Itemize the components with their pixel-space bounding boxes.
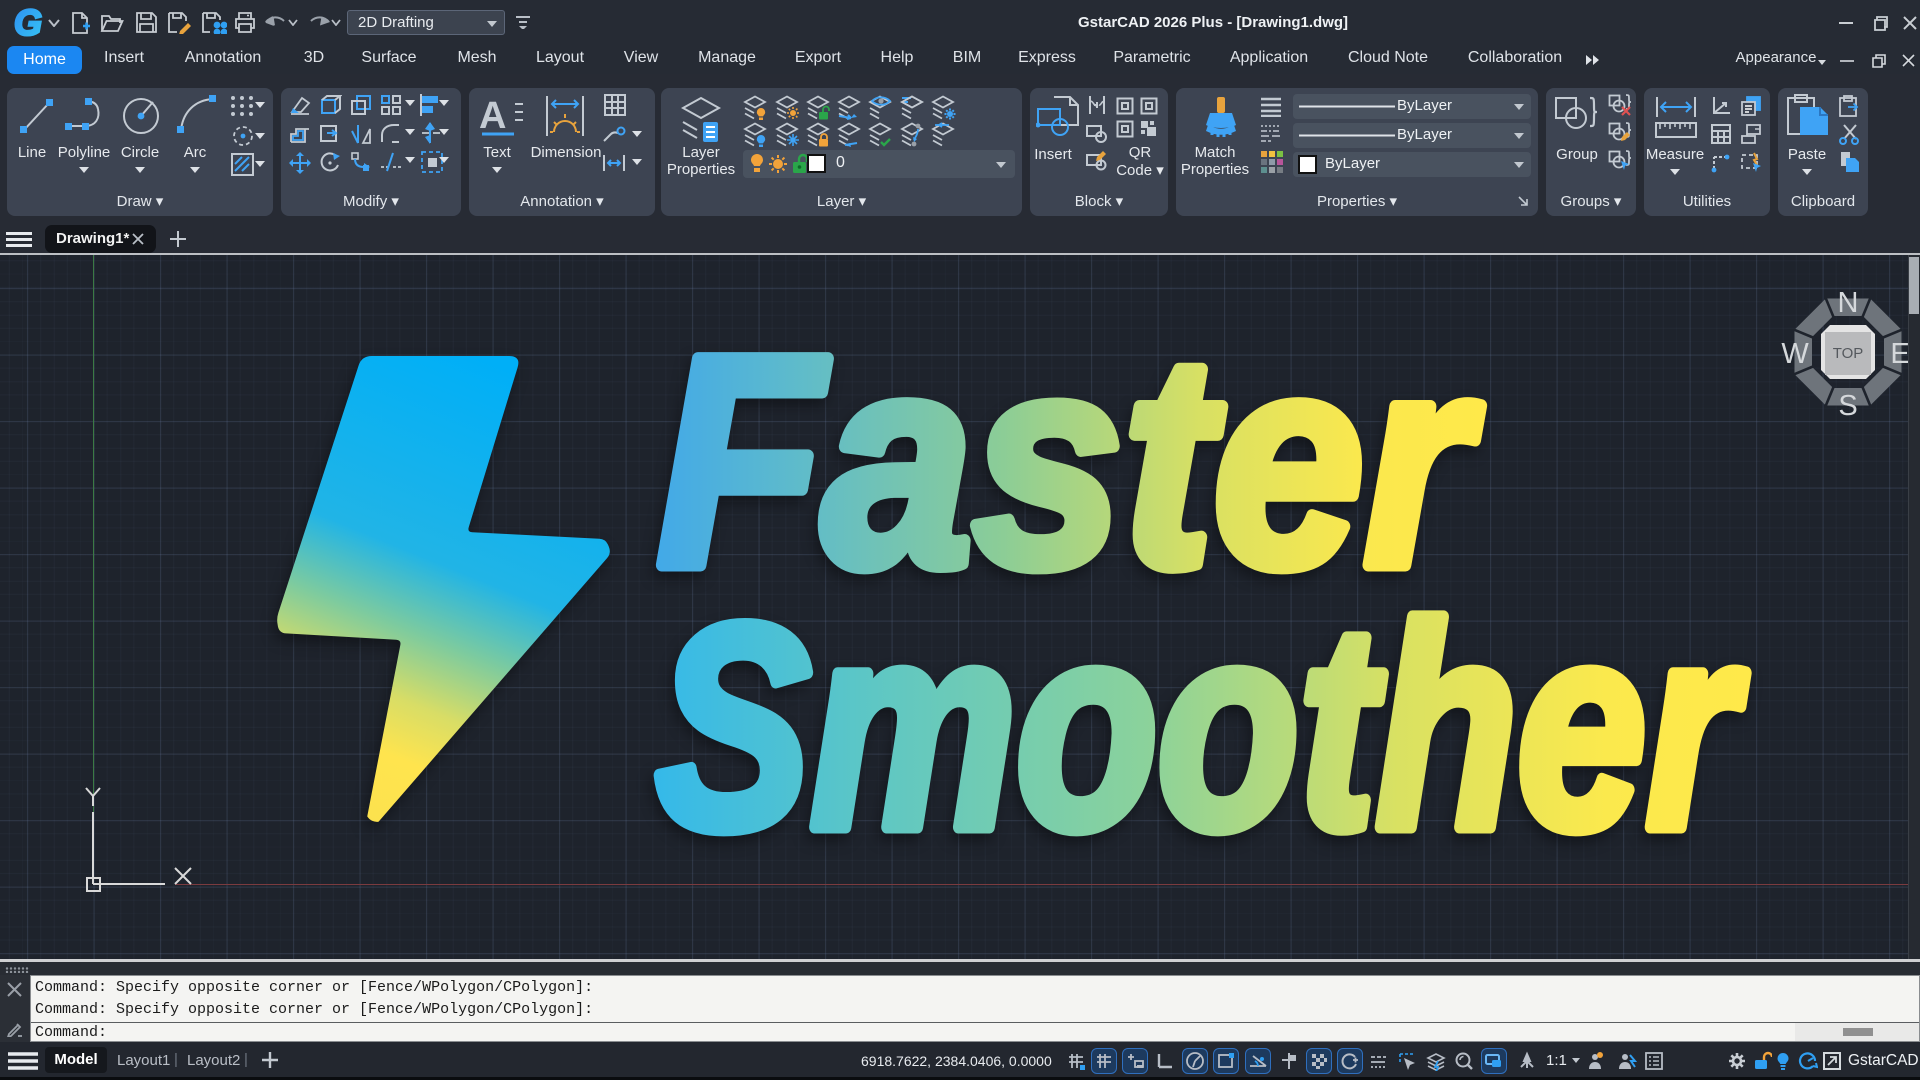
svg-text:A: A — [479, 95, 506, 137]
svg-text:G: G — [14, 6, 42, 40]
svg-text:W: W — [1781, 338, 1809, 370]
svg-text:E: E — [1890, 338, 1909, 370]
svg-text:TOP: TOP — [1833, 345, 1864, 362]
svg-text:S: S — [1838, 390, 1857, 422]
svg-text:N: N — [1838, 287, 1859, 319]
svg-text:Smoother: Smoother — [656, 565, 1747, 875]
